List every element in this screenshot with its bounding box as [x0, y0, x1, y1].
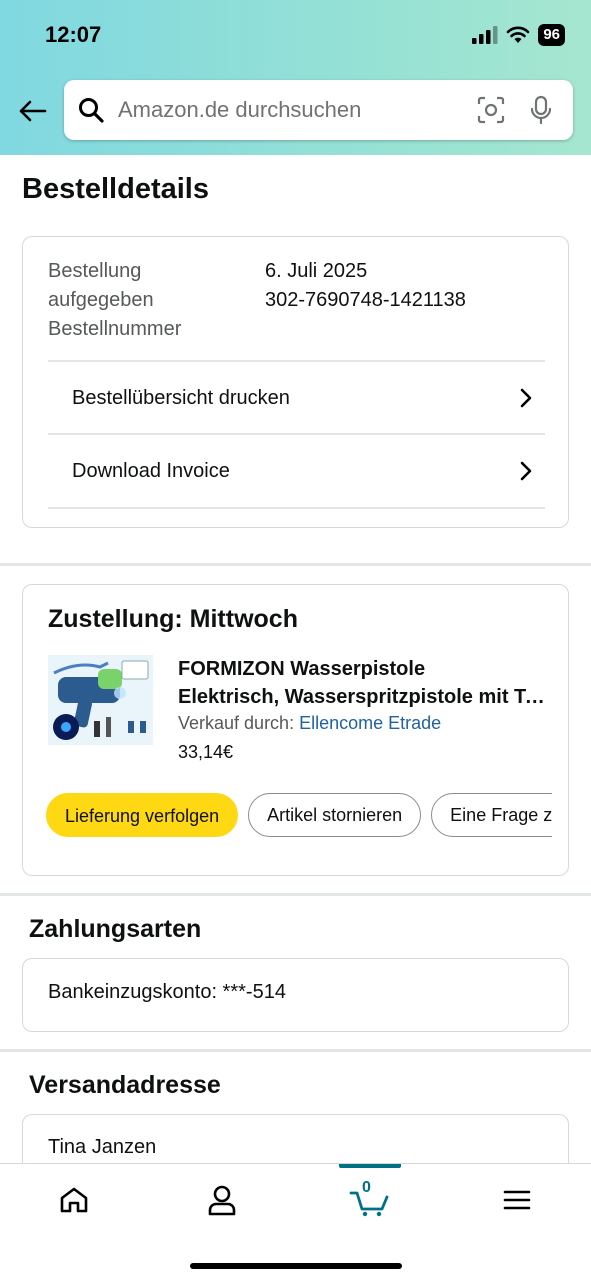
download-invoice-label: Download Invoice	[72, 459, 230, 482]
product-price: 33,14€	[178, 742, 234, 762]
section-divider	[0, 563, 591, 566]
active-tab-indicator	[339, 1164, 401, 1168]
page-title: Bestelldetails	[22, 173, 209, 205]
product-image[interactable]	[48, 655, 153, 745]
order-date-label-line2: aufgegeben	[48, 289, 154, 311]
delivery-title: Zustellung: Mittwoch	[48, 605, 298, 633]
signal-icon	[472, 26, 498, 44]
shipping-section-title: Versandadresse	[29, 1071, 221, 1099]
battery-indicator: 96	[538, 24, 565, 46]
app-header: 12:07 96	[0, 0, 591, 155]
home-icon	[60, 1187, 88, 1213]
nav-cart[interactable]: 0	[340, 1178, 400, 1222]
section-divider	[0, 893, 591, 896]
home-indicator	[190, 1263, 402, 1269]
voice-search-button[interactable]	[523, 92, 559, 128]
action-buttons: Lieferung verfolgen Artikel stornieren Ein…	[46, 793, 552, 839]
order-info-card: Bestellung aufgegeben Bestellnummer 6. J…	[22, 236, 569, 528]
search-bar[interactable]	[64, 80, 573, 140]
cancel-item-button[interactable]: Artikel stornieren	[248, 793, 422, 837]
download-invoice-link[interactable]: Download Invoice	[48, 433, 545, 507]
order-date-label-line1: Bestellung	[48, 260, 142, 282]
chevron-right-icon	[520, 461, 532, 481]
cart-count-badge: 0	[362, 1179, 371, 1196]
status-time: 12:07	[45, 22, 102, 47]
shipping-name: Tina Janzen	[48, 1136, 157, 1158]
order-date: 6. Juli 2025	[265, 260, 368, 282]
camera-search-button[interactable]	[473, 92, 509, 128]
search-icon	[79, 98, 104, 123]
order-number-label: Bestellnummer	[48, 318, 182, 340]
order-number: 302-7690748-1421138	[265, 289, 466, 311]
back-button[interactable]	[14, 93, 50, 129]
print-summary-link[interactable]: Bestellübersicht drucken	[48, 360, 545, 434]
nav-home[interactable]	[44, 1178, 104, 1222]
row-divider	[48, 507, 545, 509]
status-icons: 96	[472, 22, 565, 48]
order-info-labels: Bestellung aufgegeben Bestellnummer	[48, 257, 181, 344]
microphone-icon	[530, 95, 552, 125]
track-delivery-button[interactable]: Lieferung verfolgen	[46, 793, 239, 837]
arrow-left-icon	[19, 100, 47, 122]
seller-info: Verkauf durch: Ellencome Etrade	[178, 713, 441, 734]
nav-account[interactable]	[192, 1178, 252, 1222]
section-divider	[0, 1049, 591, 1052]
menu-icon	[503, 1190, 531, 1210]
wifi-icon	[507, 26, 530, 43]
search-input[interactable]	[116, 96, 459, 124]
payment-section-title: Zahlungsarten	[29, 915, 202, 943]
chevron-right-icon	[520, 388, 532, 408]
delivery-card: Zustellung: Mittwoch FORMIZON Wasserpist…	[22, 584, 569, 876]
order-info-values: 6. Juli 2025 302-7690748-1421138	[265, 257, 466, 315]
payment-method: Bankeinzugskonto: ***-514	[48, 981, 286, 1003]
product-title-link[interactable]: FORMIZON Wasserpistole Elektrisch, Wasse…	[178, 655, 548, 711]
seller-prefix: Verkauf durch:	[178, 713, 295, 733]
seller-link[interactable]: Ellencome Etrade	[299, 713, 441, 733]
payment-card: Bankeinzugskonto: ***-514	[22, 958, 569, 1032]
lens-scan-icon	[477, 96, 505, 124]
product-title-line1: FORMIZON Wasserpistole	[178, 658, 426, 680]
account-icon	[208, 1185, 236, 1216]
nav-menu[interactable]	[487, 1178, 547, 1222]
bottom-navigation: 0	[0, 1163, 591, 1281]
ask-question-button[interactable]: Eine Frage zum Produkt stellen	[431, 793, 552, 837]
product-title-line2: Elektrisch, Wasserspritzpistole mit Tank	[178, 686, 548, 708]
print-summary-label: Bestellübersicht drucken	[72, 386, 290, 409]
